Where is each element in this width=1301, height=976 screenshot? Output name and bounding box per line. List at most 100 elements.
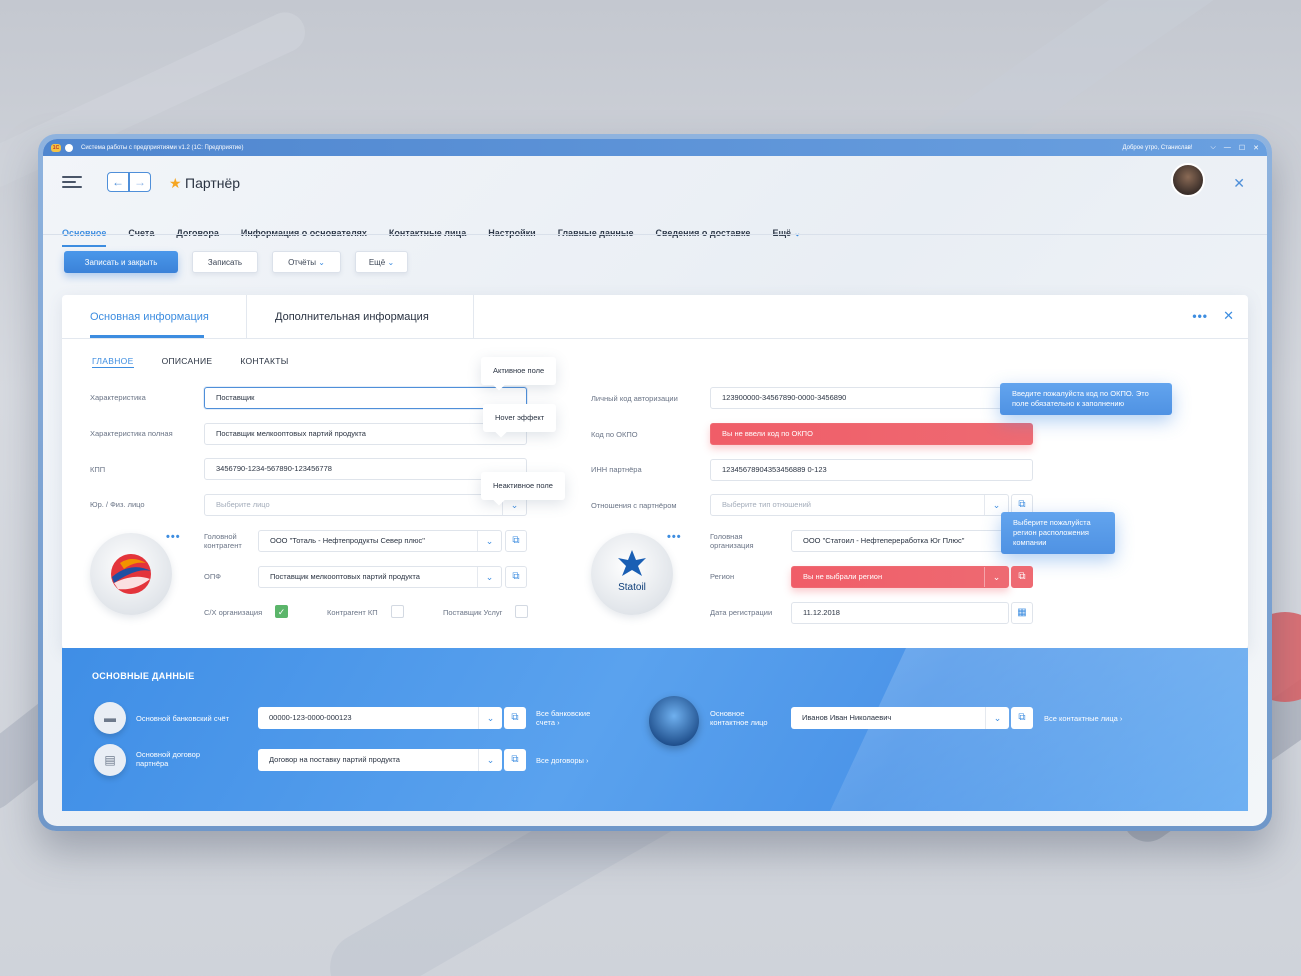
tab-basic-info[interactable]: Основная информация: [90, 311, 209, 323]
opf-select[interactable]: Поставщик мелкооптовых партий продукта ⌄: [258, 566, 502, 588]
characteristic-field[interactable]: Поставщик: [204, 387, 527, 409]
hover-tooltip: Hover эффект: [483, 404, 557, 432]
tab-additional-info[interactable]: Дополнительная информация: [275, 311, 429, 323]
chevron-down-icon[interactable]: ⌵: [1211, 144, 1216, 152]
chevron-down-icon[interactable]: ⌄: [477, 567, 501, 587]
chevron-down-icon[interactable]: ⌄: [985, 707, 1009, 729]
calendar-icon[interactable]: ▦: [1011, 602, 1033, 624]
history-nav: ← →: [107, 172, 151, 192]
app-window: 1C Система работы с предприятиями v1.2 (…: [43, 139, 1267, 826]
page-title: Партнёр: [185, 175, 241, 191]
org-field[interactable]: ООО "Статоил - Нефтепереработка Юг Плюс": [791, 530, 1033, 552]
save-button[interactable]: Записать: [192, 251, 258, 273]
open-icon[interactable]: ⧉: [1011, 707, 1033, 729]
chevron-right-icon: ›: [1119, 714, 1123, 723]
agri-checkbox[interactable]: ✓: [275, 605, 288, 618]
star-icon[interactable]: ★: [169, 175, 182, 192]
open-icon[interactable]: ⧉: [504, 707, 526, 729]
subtab-main[interactable]: ГЛАВНОЕ: [92, 356, 134, 368]
more-button[interactable]: Ещё ⌄: [355, 251, 408, 273]
contract-select[interactable]: Договор на поставку партий продукта ⌄: [258, 749, 502, 771]
open-icon[interactable]: ⧉: [505, 566, 527, 588]
window-close-button[interactable]: ✕: [1253, 144, 1259, 152]
relation-placeholder: Выберите тип отношений: [722, 500, 811, 509]
statoil-wordmark: Statoil: [618, 582, 646, 593]
subtabs: ГЛАВНОЕ ОПИСАНИЕ КОНТАКТЫ: [92, 356, 317, 368]
contact-label: Основное контактное лицо: [710, 709, 768, 727]
chevron-down-icon[interactable]: ⌄: [478, 749, 502, 771]
total-logo-icon: [111, 554, 151, 594]
services-checkbox[interactable]: [515, 605, 528, 618]
open-icon[interactable]: ⧉: [505, 530, 527, 552]
cb-kp-label: Контрагент КП: [327, 608, 378, 617]
all-contacts-link[interactable]: Все контактные лица ›: [1044, 714, 1122, 723]
subtab-description[interactable]: ОПИСАНИЕ: [162, 356, 213, 368]
contact-value: Иванов Иван Николаевич: [802, 713, 892, 722]
all-contacts-label: Все контактные лица: [1044, 714, 1118, 723]
inn-field[interactable]: 12345678904353456889 0-123: [710, 459, 1033, 481]
account-value: 00000-123-0000-000123: [269, 713, 352, 722]
okpo-error-tooltip: Введите пожалуйста код по ОКПО. Это поле…: [1000, 383, 1172, 415]
header: ← → ★ Партнёр ✕ Основное Счета Договора …: [43, 156, 1267, 247]
more-label: Ещё: [368, 257, 386, 267]
menu-icon[interactable]: [62, 176, 82, 191]
reports-button[interactable]: Отчёты ⌄: [272, 251, 341, 273]
contract-value: Договор на поставку партий продукта: [269, 755, 400, 764]
characteristic-full-field[interactable]: Поставщик мелкооптовых партий продукта: [204, 423, 527, 445]
back-arrow-icon[interactable]: ←: [107, 172, 129, 192]
kpp-label: КПП: [90, 465, 106, 474]
chevron-down-icon[interactable]: ⌄: [478, 707, 502, 729]
minimize-button[interactable]: —: [1224, 144, 1231, 151]
maximize-button[interactable]: ☐: [1239, 144, 1245, 152]
org-label: Головная организация: [710, 532, 754, 550]
head-select[interactable]: ООО "Тоталь - Нефтепродукты Север плюс" ⌄: [258, 530, 502, 552]
region-select[interactable]: Вы не выбрали регион ⌄: [791, 566, 1009, 588]
close-icon[interactable]: ✕: [1233, 175, 1245, 192]
okpo-field[interactable]: Вы не ввели код по ОКПО: [710, 423, 1033, 445]
more-dots-icon[interactable]: •••: [1192, 309, 1208, 323]
inn-label: ИНН партнёра: [591, 465, 642, 474]
statoil-logo-icon: [618, 550, 646, 576]
relation-select[interactable]: Выберите тип отношений ⌄: [710, 494, 1009, 516]
entity-select[interactable]: Выберите лицо ⌄: [204, 494, 527, 516]
kp-checkbox[interactable]: [391, 605, 404, 618]
titlebar: 1C Система работы с предприятиями v1.2 (…: [43, 139, 1267, 156]
forward-arrow-icon[interactable]: →: [129, 172, 151, 192]
window-title: Система работы с предприятиями v1.2 (1С:…: [81, 144, 244, 151]
close-icon[interactable]: ✕: [1223, 308, 1234, 324]
main-data-section: ОСНОВНЫЕ ДАННЫЕ ▬ Основной банковский сч…: [62, 648, 1248, 811]
region-tooltip: Выберите пожалуйста регион расположения …: [1001, 512, 1115, 554]
characteristic-full-label: Характеристика полная: [90, 429, 173, 438]
open-icon[interactable]: ⧉: [504, 749, 526, 771]
logo-menu-dots-icon[interactable]: •••: [166, 531, 181, 543]
all-accounts-link[interactable]: Все банковские счета ›: [536, 709, 606, 727]
auth-field[interactable]: 123900000-34567890-0000-3456890: [710, 387, 1033, 409]
open-icon[interactable]: ⧉: [1011, 566, 1033, 588]
active-field-tooltip: Активное поле: [481, 357, 557, 385]
save-close-button[interactable]: Записать и закрыть: [64, 251, 178, 273]
favorite-icon[interactable]: [65, 143, 73, 152]
section-title: ОСНОВНЫЕ ДАННЫЕ: [92, 671, 195, 681]
opf-value: Поставщик мелкооптовых партий продукта: [270, 572, 420, 581]
chevron-down-icon[interactable]: ⌄: [477, 531, 501, 551]
partner-card: Основная информация Дополнительная инфор…: [62, 295, 1248, 649]
date-label: Дата регистрации: [710, 608, 773, 617]
chevron-down-icon[interactable]: ⌄: [984, 567, 1008, 587]
relation-label: Отношения с партнёром: [591, 501, 677, 510]
divider: [246, 295, 247, 339]
all-contracts-link[interactable]: Все договоры ›: [536, 756, 589, 765]
cb-agri-label: С/Х организация: [204, 608, 263, 617]
account-select[interactable]: 00000-123-0000-000123 ⌄: [258, 707, 502, 729]
date-field[interactable]: 11.12.2018: [791, 602, 1009, 624]
chevron-down-icon: ⌄: [387, 257, 395, 267]
logo-menu-dots-icon[interactable]: •••: [667, 531, 682, 543]
contact-select[interactable]: Иванов Иван Николаевич ⌄: [791, 707, 1009, 729]
cb-services-label: Поставщик Услуг: [443, 608, 503, 617]
avatar[interactable]: [1171, 163, 1205, 197]
subtab-contacts[interactable]: КОНТАКТЫ: [240, 356, 288, 368]
tab-more-label: Ещё: [772, 228, 792, 238]
app-window-frame: 1C Система работы с предприятиями v1.2 (…: [38, 134, 1272, 831]
characteristic-label: Характеристика: [90, 393, 146, 402]
kpp-field[interactable]: 3456790-1234-567890-123456778: [204, 458, 527, 480]
credit-card-icon: ▬: [94, 702, 126, 734]
